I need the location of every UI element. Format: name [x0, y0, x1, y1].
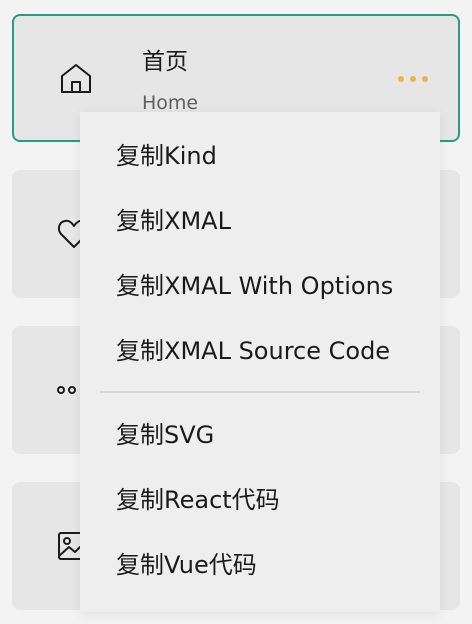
card-title: 首页 — [142, 49, 188, 75]
menu-item-copy-xmal[interactable]: 复制XMAL — [116, 205, 231, 237]
home-icon — [58, 60, 94, 96]
menu-item-copy-kind[interactable]: 复制Kind — [116, 140, 217, 172]
more-options-icon[interactable] — [398, 76, 428, 82]
card-subtitle: Home — [142, 92, 199, 114]
menu-item-copy-svg[interactable]: 复制SVG — [116, 419, 214, 451]
menu-item-copy-xmal-source-code[interactable]: 复制XMAL Source Code — [116, 335, 390, 367]
menu-item-copy-react-code[interactable]: 复制React代码 — [116, 484, 280, 516]
menu-separator — [100, 391, 420, 393]
menu-item-copy-xmal-with-options[interactable]: 复制XMAL With Options — [116, 270, 393, 302]
menu-item-copy-vue-code[interactable]: 复制Vue代码 — [116, 549, 257, 581]
context-menu: 复制Kind 复制XMAL 复制XMAL With Options 复制XMAL… — [80, 112, 440, 612]
